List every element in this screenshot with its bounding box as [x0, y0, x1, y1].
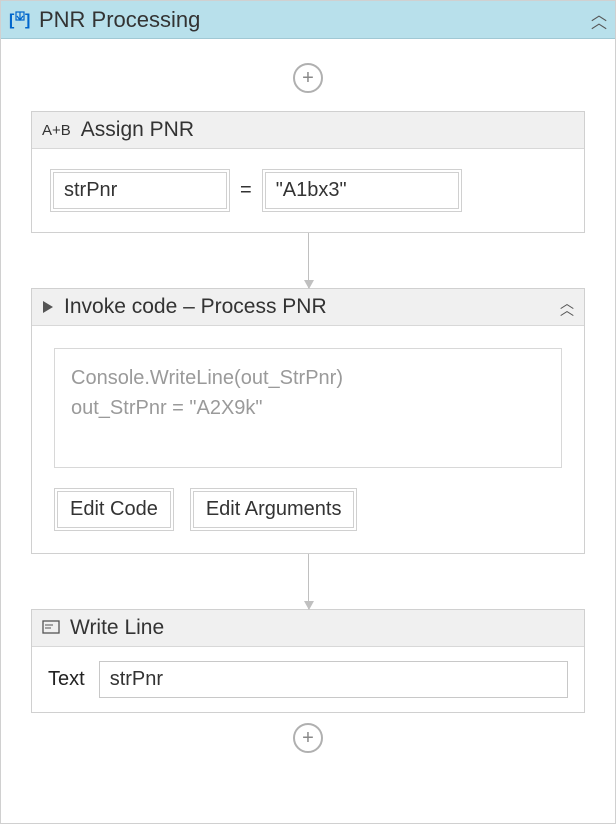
- writeline-header[interactable]: Write Line: [32, 610, 584, 647]
- invoke-code-activity[interactable]: Invoke code – Process PNR ︿︿ Console.Wri…: [31, 288, 585, 554]
- add-activity-bottom-button[interactable]: +: [293, 723, 323, 753]
- assign-icon: A+B: [42, 122, 71, 139]
- svg-text:]: ]: [25, 12, 30, 29]
- flow-connector: [308, 233, 309, 288]
- sequence-body: + A+B Assign PNR strPnr = "A1bx3": [1, 39, 615, 823]
- workflow-designer-panel: [ ] PNR Processing ︿︿ + A+B Assign PNR s…: [0, 0, 616, 824]
- assign-header[interactable]: A+B Assign PNR: [32, 112, 584, 149]
- assign-body: strPnr = "A1bx3": [32, 149, 584, 232]
- code-preview[interactable]: Console.WriteLine(out_StrPnr) out_StrPnr…: [54, 348, 562, 468]
- writeline-icon: [42, 620, 60, 636]
- equals-label: =: [240, 179, 252, 202]
- invoke-header[interactable]: Invoke code – Process PNR ︿︿: [32, 289, 584, 326]
- edit-code-button[interactable]: Edit Code: [54, 488, 174, 531]
- writeline-activity[interactable]: Write Line Text strPnr: [31, 609, 585, 713]
- assign-title: Assign PNR: [81, 118, 574, 142]
- assign-to-input[interactable]: strPnr: [50, 169, 230, 212]
- invoke-title: Invoke code – Process PNR: [64, 295, 550, 319]
- code-line: out_StrPnr = "A2X9k": [71, 393, 545, 423]
- sequence-title: PNR Processing: [39, 7, 583, 33]
- sequence-icon: [ ]: [9, 9, 31, 31]
- code-line: Console.WriteLine(out_StrPnr): [71, 363, 545, 393]
- collapse-icon[interactable]: ︿︿: [591, 12, 607, 28]
- add-activity-top-button[interactable]: +: [293, 63, 323, 93]
- svg-text:[: [: [9, 12, 15, 29]
- edit-arguments-button[interactable]: Edit Arguments: [190, 488, 358, 531]
- writeline-text-input[interactable]: strPnr: [99, 661, 568, 698]
- invoke-body: Console.WriteLine(out_StrPnr) out_StrPnr…: [32, 326, 584, 553]
- assign-value-input[interactable]: "A1bx3": [262, 169, 462, 212]
- assign-activity[interactable]: A+B Assign PNR strPnr = "A1bx3": [31, 111, 585, 233]
- writeline-body: Text strPnr: [32, 647, 584, 712]
- collapse-icon[interactable]: ︿︿: [560, 300, 574, 314]
- writeline-title: Write Line: [70, 616, 574, 640]
- sequence-header[interactable]: [ ] PNR Processing ︿︿: [1, 1, 615, 39]
- expand-triangle-icon[interactable]: [42, 300, 54, 314]
- flow-connector: [308, 554, 309, 609]
- text-label: Text: [48, 668, 85, 691]
